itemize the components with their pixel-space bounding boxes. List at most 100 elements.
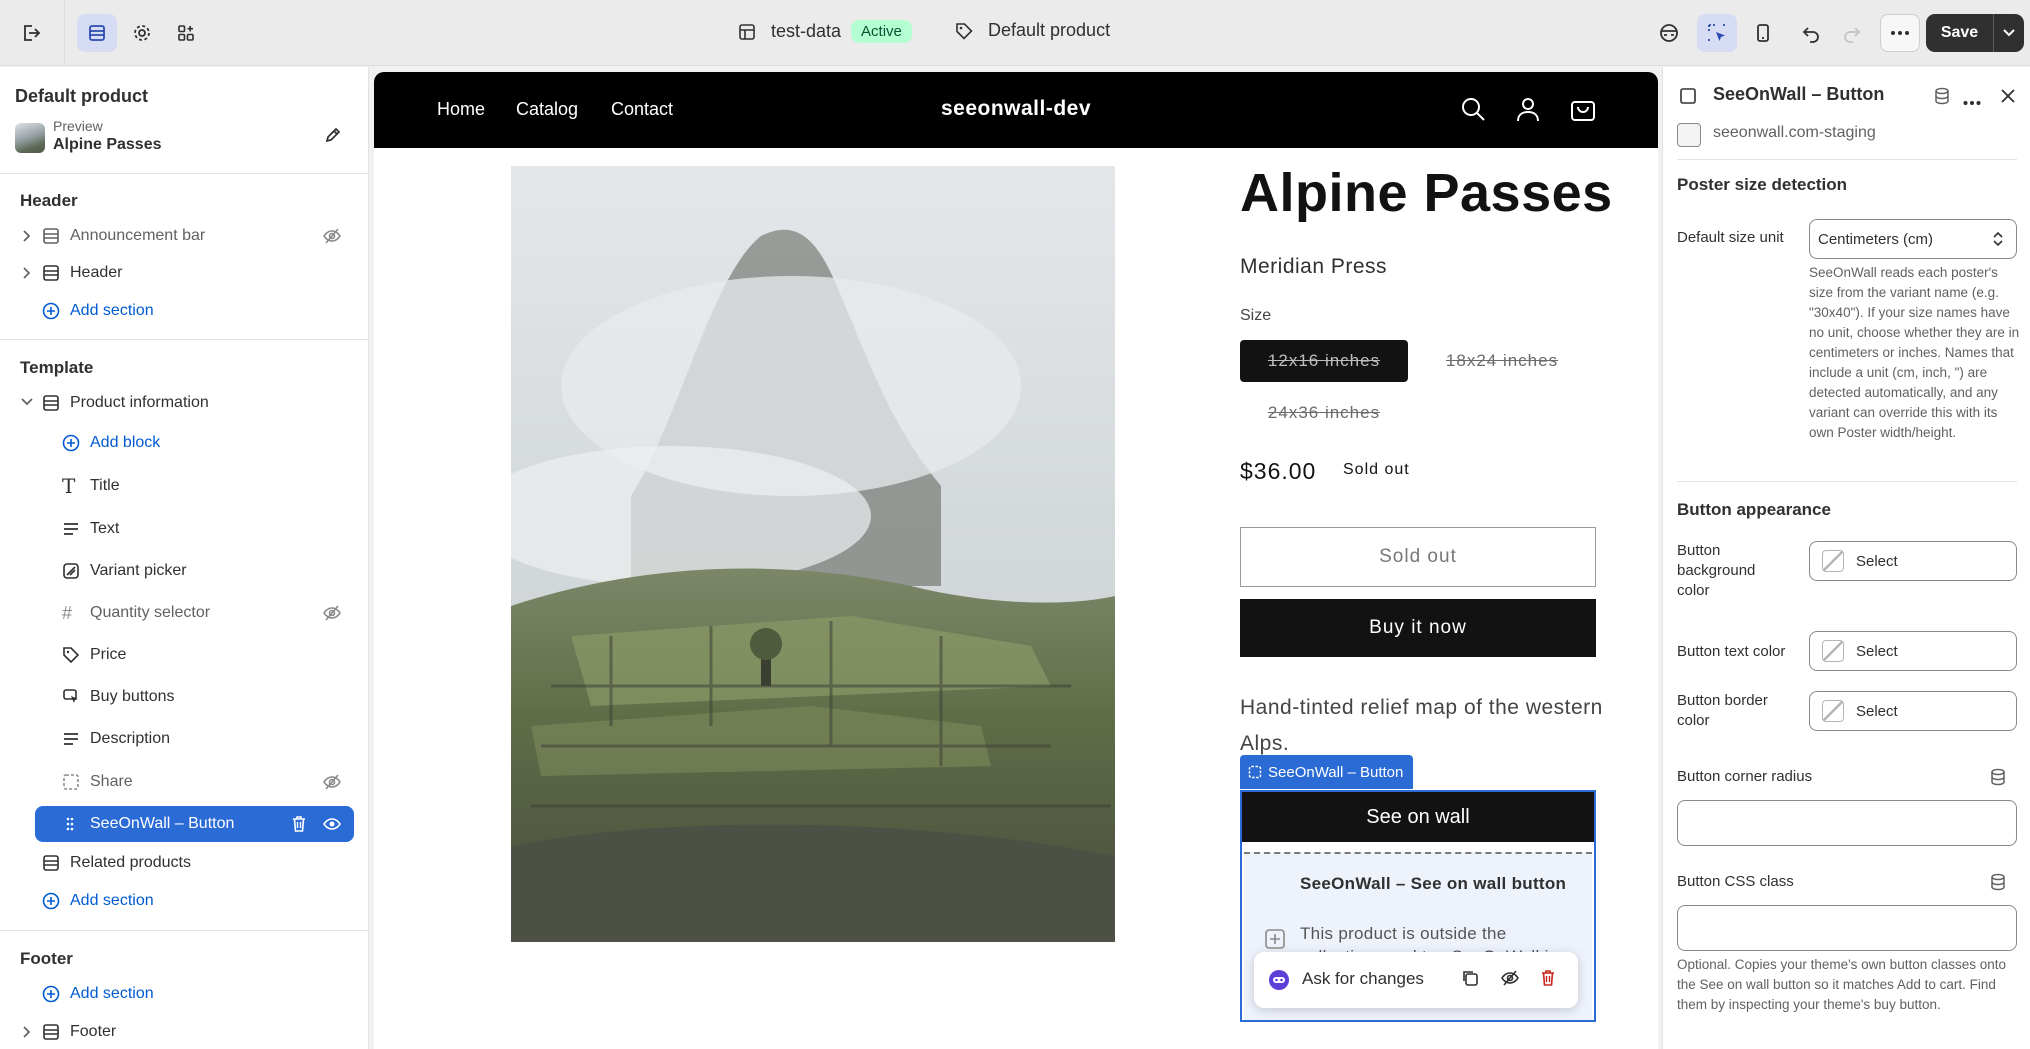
corner-radius-input[interactable]: [1677, 800, 2017, 846]
duplicate-button[interactable]: [1461, 969, 1479, 992]
hide-button[interactable]: [1500, 969, 1520, 992]
text-lines-icon: [62, 521, 80, 537]
section-icon: [42, 227, 60, 245]
app-source-button[interactable]: [1933, 87, 1951, 110]
database-icon: [1935, 87, 1949, 105]
template-selector[interactable]: Default product: [954, 20, 1110, 41]
preview-label: Preview: [53, 118, 103, 134]
see-on-wall-button[interactable]: See on wall: [1242, 792, 1594, 842]
preview-product-name: Alpine Passes: [53, 136, 162, 153]
close-icon: [2001, 89, 2015, 103]
tree-item-product-information[interactable]: Product information: [0, 384, 369, 422]
theme-selector[interactable]: test-data Active: [737, 20, 912, 43]
delete-block-button[interactable]: [291, 815, 307, 833]
ask-for-changes-button[interactable]: Ask for changes: [1302, 969, 1424, 989]
dashed-square-icon: [1680, 88, 1696, 104]
edit-preview-button[interactable]: [323, 125, 343, 150]
tree-item-related-products[interactable]: Related products: [0, 844, 369, 882]
tag-icon: [956, 22, 973, 40]
plus-circle-icon: [42, 302, 60, 320]
default-unit-help: SeeOnWall reads each poster's size from …: [1809, 265, 2020, 440]
tree-item-header[interactable]: Header: [0, 254, 369, 292]
tree-item-label: Header: [70, 264, 123, 281]
block-label: Quantity selector: [90, 604, 211, 621]
remove-button[interactable]: [1540, 969, 1556, 992]
undo-button[interactable]: [1791, 14, 1831, 52]
gear-icon: [134, 25, 150, 41]
bg-color-picker[interactable]: Select: [1809, 541, 2017, 581]
product-image[interactable]: [511, 166, 1115, 942]
save-label: Save: [1926, 14, 1994, 52]
empty-swatch-icon: [1822, 700, 1844, 722]
eye-hidden-icon[interactable]: [322, 604, 342, 622]
chevron-right-icon[interactable]: [20, 266, 32, 280]
add-block-button[interactable]: Add block: [0, 424, 369, 462]
search-icon[interactable]: [1460, 96, 1486, 127]
tree-item-label: Product information: [70, 394, 209, 411]
chevron-right-icon[interactable]: [20, 1025, 32, 1039]
account-icon[interactable]: [1515, 96, 1541, 127]
selected-block-tag-label: SeeOnWall – Button: [1268, 763, 1404, 781]
text-t-icon: T: [62, 474, 76, 498]
block-item-price[interactable]: Price: [0, 636, 369, 674]
product-title: Alpine Passes: [1240, 163, 1613, 223]
sold-out-button[interactable]: Sold out: [1240, 527, 1596, 587]
size-option-24x36[interactable]: 24x36 inches: [1240, 392, 1408, 434]
more-actions-button[interactable]: [1880, 14, 1920, 52]
dynamic-source-button[interactable]: [1989, 873, 2007, 896]
selected-block-tag[interactable]: SeeOnWall – Button: [1240, 755, 1414, 789]
redo-button[interactable]: [1832, 14, 1872, 52]
block-item-description[interactable]: Description: [0, 720, 369, 758]
dynamic-source-button[interactable]: [1989, 768, 2007, 791]
block-item-seeonwall-button[interactable]: SeeOnWall – Button: [35, 806, 354, 842]
chevron-down-icon[interactable]: [20, 396, 34, 408]
tree-item-footer[interactable]: Footer: [0, 1013, 369, 1049]
inspector-toggle-button[interactable]: [1697, 14, 1737, 52]
tree-item-announcement-bar[interactable]: Announcement bar: [0, 217, 369, 255]
border-color-picker[interactable]: Select: [1809, 691, 2017, 731]
trash-icon: [293, 816, 305, 832]
preview-product-selector[interactable]: Preview Alpine Passes: [15, 117, 355, 157]
placeholder-title: SeeOnWall – See on wall button: [1300, 874, 1567, 893]
save-options-button[interactable]: [1994, 28, 2024, 38]
divider: [1677, 481, 2017, 482]
sections-tab-button[interactable]: [77, 14, 117, 52]
block-item-buy-buttons[interactable]: Buy buttons: [0, 678, 369, 716]
block-item-variant-picker[interactable]: Variant picker: [0, 552, 369, 590]
size-option-18x24[interactable]: 18x24 inches: [1418, 340, 1586, 382]
mobile-view-button[interactable]: [1743, 14, 1783, 52]
toggle-visibility-button[interactable]: [322, 816, 342, 832]
tree-item-label: Related products: [70, 854, 191, 871]
save-button[interactable]: Save: [1926, 14, 2024, 52]
cart-icon[interactable]: [1570, 96, 1596, 127]
divider: [1677, 159, 2017, 160]
default-size-unit-select[interactable]: Centimeters (cm): [1809, 219, 2017, 259]
add-section-button-footer[interactable]: Add section: [0, 975, 369, 1013]
select-label: Select: [1856, 552, 1898, 570]
css-class-input[interactable]: [1677, 905, 2017, 951]
chevron-right-icon[interactable]: [20, 229, 32, 243]
text-color-picker[interactable]: Select: [1809, 631, 2017, 671]
preview-inspector-button[interactable]: [1649, 14, 1689, 52]
block-item-quantity-selector[interactable]: # Quantity selector: [0, 594, 369, 632]
theme-settings-button[interactable]: [122, 14, 162, 52]
eye-hidden-icon[interactable]: [322, 773, 342, 791]
app-embeds-button[interactable]: [166, 14, 206, 52]
eye-hidden-icon[interactable]: [322, 227, 342, 245]
buy-it-now-button[interactable]: Buy it now: [1240, 599, 1596, 657]
divider: [0, 173, 369, 174]
close-panel-button[interactable]: [1999, 87, 2017, 110]
drag-handle-icon[interactable]: [66, 817, 74, 831]
more-options-button[interactable]: [1963, 93, 1981, 111]
size-option-12x16[interactable]: 12x16 inches: [1240, 340, 1408, 382]
add-section-button-header[interactable]: Add section: [0, 292, 369, 330]
theme-status-badge: Active: [851, 20, 912, 43]
template-name: Default product: [988, 20, 1111, 40]
block-item-text[interactable]: Text: [0, 510, 369, 548]
block-item-share[interactable]: Share: [0, 763, 369, 801]
add-section-button-template[interactable]: Add section: [0, 882, 369, 920]
block-label: Variant picker: [90, 562, 187, 579]
text-color-label: Button text color: [1677, 643, 1786, 660]
exit-button[interactable]: [11, 14, 51, 52]
block-item-title[interactable]: T Title: [0, 467, 369, 505]
